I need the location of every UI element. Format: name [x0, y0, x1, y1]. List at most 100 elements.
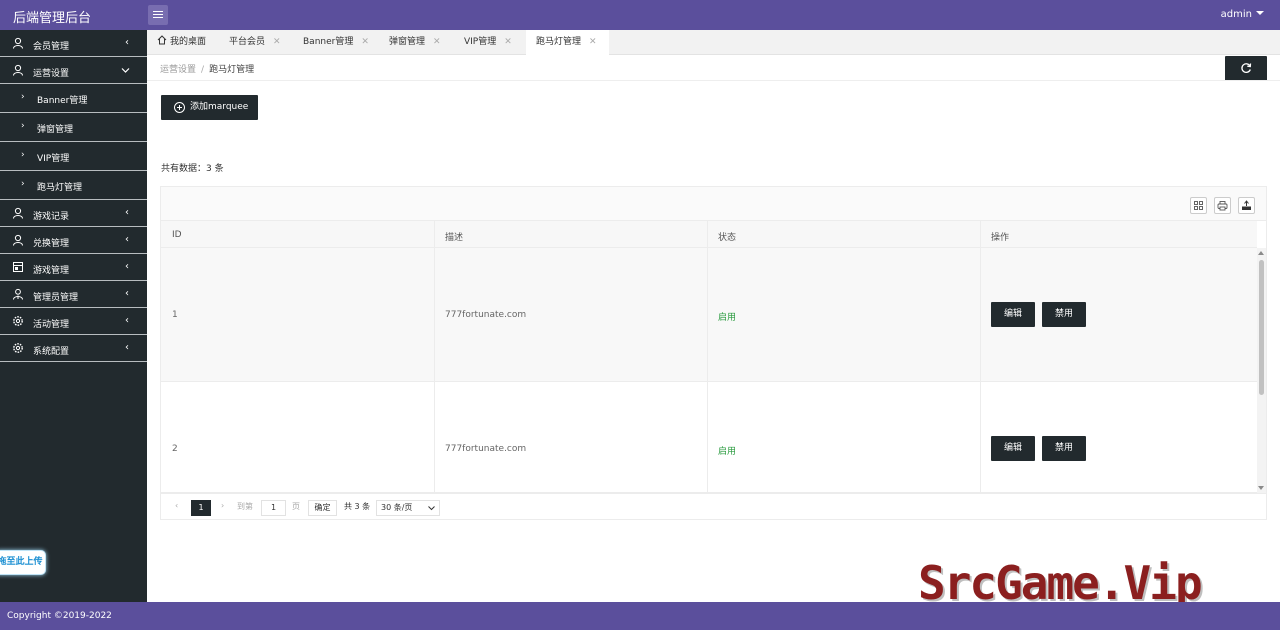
tab-marquee[interactable]: 跑马灯管理 ✕: [526, 30, 609, 55]
user-icon: [13, 207, 23, 219]
user-icon: [13, 64, 23, 76]
next-page-icon[interactable]: ›: [221, 501, 224, 510]
sidebar-item-activities[interactable]: 活动管理 ‹: [0, 308, 147, 335]
chevron-left-icon: ‹: [125, 37, 129, 48]
chevron-left-icon: ‹: [125, 207, 129, 218]
page-number-input[interactable]: 1: [261, 500, 286, 516]
sidebar-item-games[interactable]: 游戏管理 ‹: [0, 254, 147, 281]
prev-page-icon[interactable]: ‹: [175, 501, 178, 510]
scroll-down-arrow-icon[interactable]: [1258, 486, 1264, 490]
chevron-left-icon: ‹: [125, 315, 129, 326]
user-icon: [13, 37, 23, 49]
gear-icon: [13, 343, 23, 353]
cell-desc: 777fortunate.com: [445, 310, 527, 320]
sidebar-item-operations[interactable]: 运营设置: [0, 57, 147, 84]
breadcrumb-parent[interactable]: 运营设置: [160, 65, 196, 75]
total-count: 共 3 条: [344, 502, 371, 511]
cell-id: 1: [172, 310, 178, 320]
refresh-icon: [1241, 63, 1252, 74]
plus-circle-icon: [174, 102, 185, 113]
sidebar-item-admins[interactable]: 管理员管理 ‹: [0, 281, 147, 308]
chevron-right-icon: ›: [21, 179, 25, 189]
home-icon: [157, 35, 167, 45]
close-icon[interactable]: ✕: [433, 37, 441, 47]
sidebar-subitem-popup[interactable]: › 弹窗管理: [0, 113, 147, 142]
data-count: 共有数据：3 条: [161, 164, 224, 174]
edit-button[interactable]: 编辑: [991, 436, 1035, 461]
column-divider: [707, 221, 708, 493]
app-title: 后端管理后台: [13, 11, 92, 26]
top-header: 后端管理后台 admin: [0, 0, 1280, 30]
close-icon[interactable]: ✕: [589, 37, 597, 47]
refresh-button[interactable]: [1225, 56, 1267, 81]
status-badge: 启用: [718, 447, 737, 457]
tab-banner[interactable]: Banner管理 ✕: [293, 30, 379, 55]
scrollbar-thumb[interactable]: [1259, 260, 1264, 395]
user-icon: [13, 234, 23, 246]
breadcrumb: 运营设置 / 跑马灯管理: [160, 65, 255, 75]
export-button[interactable]: [1238, 197, 1255, 214]
close-icon[interactable]: ✕: [361, 37, 369, 47]
table-row: 1 777fortunate.com 启用 编辑 禁用: [161, 248, 1257, 382]
table-toolbar: [161, 187, 1266, 221]
sidebar-item-member[interactable]: 会员管理 ‹: [0, 30, 147, 57]
close-icon[interactable]: ✕: [504, 37, 512, 47]
columns-filter-button[interactable]: [1190, 197, 1207, 214]
edit-button[interactable]: 编辑: [991, 302, 1035, 327]
sidebar-subitem-banner[interactable]: › Banner管理: [0, 84, 147, 113]
tab-bar: 我的桌面 平台会员 ✕ Banner管理 ✕ 弹窗管理 ✕ VIP管理 ✕ 跑马灯管理 ✕: [147, 30, 1280, 55]
tab-platform-members[interactable]: 平台会员 ✕: [219, 30, 294, 55]
chevron-left-icon: ‹: [125, 261, 129, 272]
confirm-page-button[interactable]: 确定: [308, 500, 337, 516]
scroll-up-arrow-icon[interactable]: [1258, 251, 1264, 255]
status-badge: 启用: [718, 313, 737, 323]
sidebar: 会员管理 ‹ 运营设置 › Banner管理 › 弹窗管理 › VIP管理 › …: [0, 30, 147, 602]
chevron-down-icon: [428, 506, 435, 511]
table-scrollbar[interactable]: [1257, 248, 1266, 493]
sidebar-item-system[interactable]: 系统配置 ‹: [0, 335, 147, 362]
table-panel: ID 描述 状态 操作 1 777fortunate.com 启用 编辑 禁用 …: [160, 186, 1267, 520]
tab-vip[interactable]: VIP管理 ✕: [454, 30, 526, 55]
column-header-desc: 描述: [445, 233, 464, 243]
chevron-down-icon: [121, 68, 130, 73]
chevron-left-icon: ‹: [125, 234, 129, 245]
menu-toggle-button[interactable]: [148, 5, 168, 25]
chevron-right-icon: ›: [21, 121, 25, 131]
user-name: admin: [1220, 9, 1252, 20]
disable-button[interactable]: 禁用: [1042, 436, 1086, 461]
cell-id: 2: [172, 444, 178, 454]
table-row: 2 777fortunate.com 启用 编辑 禁用: [161, 382, 1257, 493]
cell-desc: 777fortunate.com: [445, 444, 527, 454]
print-icon: [1217, 201, 1228, 211]
column-header-status: 状态: [718, 233, 737, 243]
calendar-icon: [13, 262, 23, 272]
sidebar-subitem-marquee[interactable]: › 跑马灯管理: [0, 171, 147, 200]
tab-desktop[interactable]: 我的桌面: [147, 30, 219, 55]
column-divider: [980, 221, 981, 493]
hamburger-icon: [153, 11, 163, 12]
print-button[interactable]: [1214, 197, 1231, 214]
page-1-button[interactable]: 1: [191, 500, 211, 516]
column-divider: [434, 221, 435, 493]
add-marquee-button[interactable]: 添加marquee: [161, 95, 258, 120]
user-menu[interactable]: admin: [1221, 9, 1264, 20]
sidebar-item-game-records[interactable]: 游戏记录 ‹: [0, 200, 147, 227]
disable-button[interactable]: 禁用: [1042, 302, 1086, 327]
chevron-right-icon: ›: [21, 150, 25, 160]
close-icon[interactable]: ✕: [273, 37, 281, 47]
sidebar-item-exchange[interactable]: 兑换管理 ‹: [0, 227, 147, 254]
drag-upload-button[interactable]: 拖至此上传: [0, 550, 46, 575]
chevron-left-icon: ‹: [125, 288, 129, 299]
breadcrumb-current: 跑马灯管理: [209, 65, 255, 75]
gear-icon: [13, 316, 23, 326]
page-size-select[interactable]: 30 条/页: [376, 500, 440, 516]
pagination: ‹ 1 › 到第 1 页 确定 共 3 条 30 条/页: [161, 493, 1266, 520]
page-unit-label: 页: [292, 502, 300, 511]
table-header: ID 描述 状态 操作: [161, 221, 1257, 248]
chevron-right-icon: ›: [21, 92, 25, 102]
tab-popup[interactable]: 弹窗管理 ✕: [379, 30, 454, 55]
sidebar-subitem-vip[interactable]: › VIP管理: [0, 142, 147, 171]
column-header-actions: 操作: [991, 233, 1010, 243]
admin-icon: [13, 288, 23, 300]
column-header-id: ID: [172, 230, 182, 240]
